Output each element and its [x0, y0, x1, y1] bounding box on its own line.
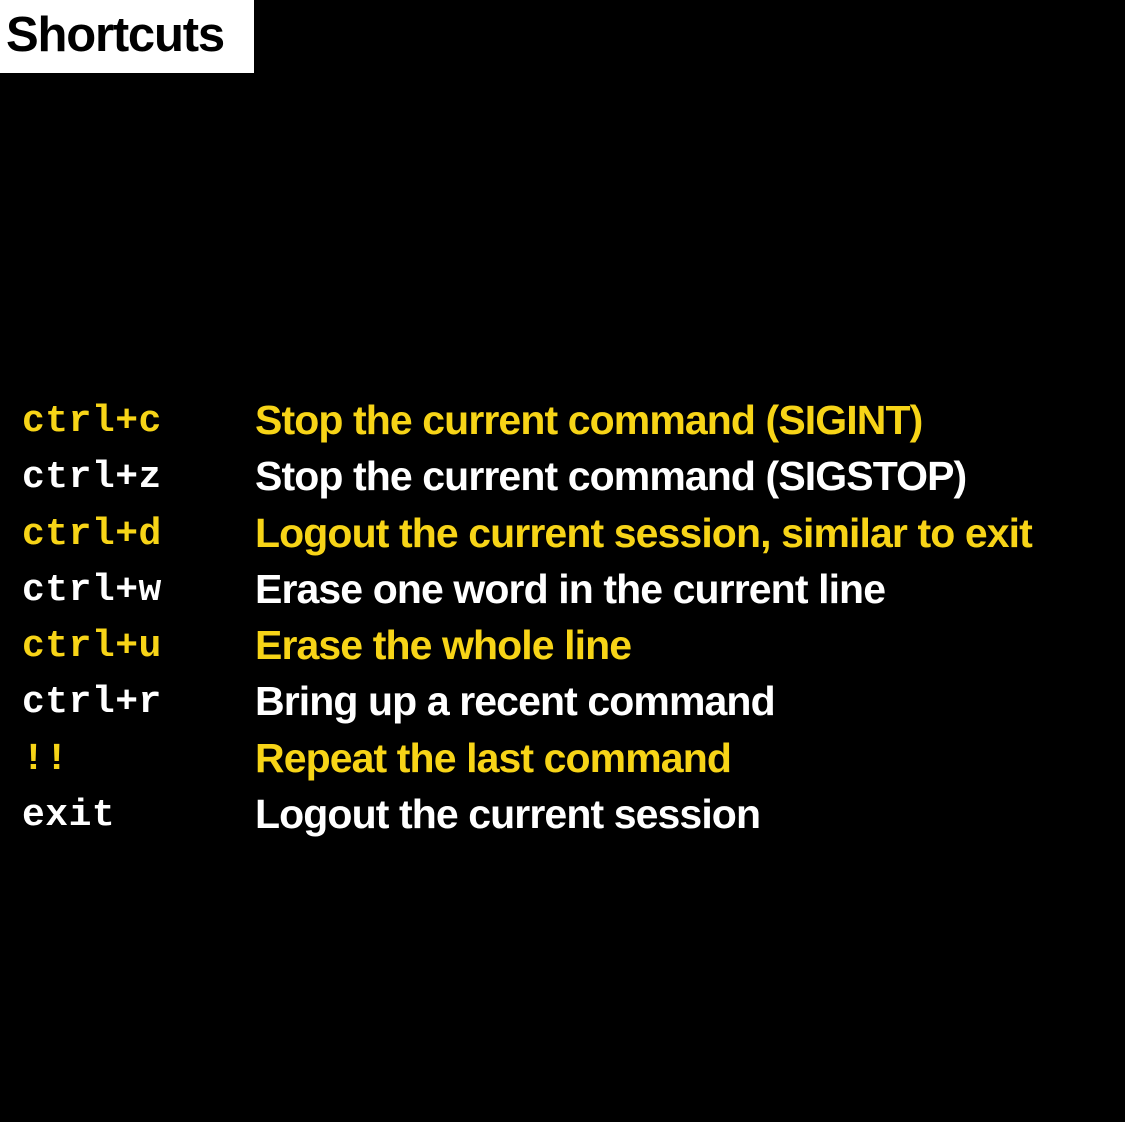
shortcut-row: !! Repeat the last command [0, 731, 1125, 787]
shortcut-key: ctrl+r [22, 681, 162, 725]
shortcut-description: Repeat the last command [255, 734, 732, 781]
shortcut-description: Stop the current command (SIGINT) [255, 397, 923, 443]
shortcut-description: Stop the current command (SIGSTOP) [255, 453, 967, 500]
shortcut-row: ctrl+c Stop the current command (SIGINT) [0, 393, 1125, 449]
shortcut-key: ctrl+z [22, 456, 162, 500]
shortcut-row: ctrl+r Bring up a recent command [0, 674, 1125, 730]
shortcut-row: ctrl+z Stop the current command (SIGSTOP… [0, 449, 1125, 505]
shortcut-description: Logout the current session, similar to e… [255, 509, 1033, 556]
shortcut-row: exit Logout the current session [0, 787, 1125, 843]
shortcut-row: ctrl+u Erase the whole line [0, 618, 1125, 674]
shortcut-key: exit [22, 794, 116, 838]
shortcut-description: Logout the current session [255, 791, 761, 838]
shortcut-description: Bring up a recent command [255, 678, 776, 725]
page-title: Shortcuts [6, 8, 225, 62]
shortcut-key: ctrl+c [22, 400, 162, 443]
shortcut-key: ctrl+w [22, 568, 162, 612]
shortcut-description: Erase one word in the current line [255, 565, 886, 612]
shortcut-key: !! [22, 737, 69, 781]
shortcut-key: ctrl+u [22, 625, 162, 669]
shortcut-row: ctrl+w Erase one word in the current lin… [0, 562, 1125, 618]
shortcut-key: ctrl+d [22, 512, 162, 556]
shortcut-row: ctrl+d Logout the current session, simil… [0, 506, 1125, 562]
shortcut-list: ctrl+c Stop the current command (SIGINT)… [0, 393, 1125, 843]
title-box: Shortcuts [0, 0, 254, 73]
shortcut-description: Erase the whole line [255, 622, 632, 669]
